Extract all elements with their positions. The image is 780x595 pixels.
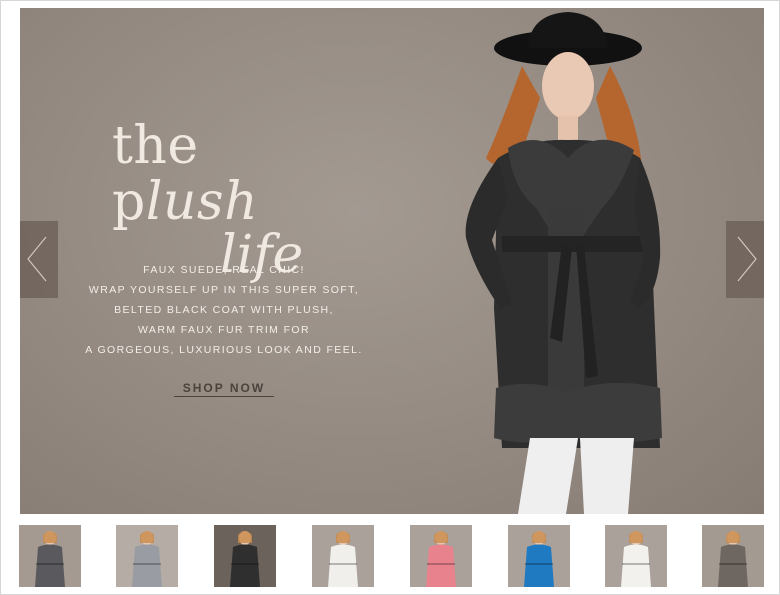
thumbnail-black-suede-coat[interactable]: [214, 525, 276, 587]
copy-line: FAUX SUEDE, REAL CHIC!: [143, 264, 305, 276]
thumbnail-white-puffer-jacket[interactable]: [312, 525, 374, 587]
thumbnail-strip: [19, 525, 764, 587]
copy-line: A GORGEOUS, LUXURIOUS LOOK AND FEEL.: [85, 344, 363, 356]
thumbnail-white-belted-coat[interactable]: [605, 525, 667, 587]
prev-slide-button[interactable]: [20, 221, 58, 298]
chevron-left-icon: [27, 236, 47, 282]
next-slide-button[interactable]: [726, 221, 764, 298]
copy-line: BELTED BLACK COAT WITH PLUSH,: [114, 304, 334, 316]
copy-line: WARM FAUX FUR TRIM FOR: [138, 324, 310, 336]
hero-description: FAUX SUEDE, REAL CHIC! WRAP YOURSELF UP …: [74, 260, 374, 360]
headline-lush: lush: [145, 172, 259, 232]
shop-now-link[interactable]: SHOP NOW: [174, 381, 274, 397]
thumbnail-taupe-coat-striped-scarf[interactable]: [702, 525, 764, 587]
chevron-right-icon: [737, 236, 757, 282]
thumbnail-grey-fur-collar-coat[interactable]: [19, 525, 81, 587]
thumbnail-pink-puffer-jacket[interactable]: [410, 525, 472, 587]
hero-headline: the plush life: [112, 118, 352, 281]
thumbnail-silver-puffer-jacket[interactable]: [116, 525, 178, 587]
model-photo: [465, 12, 662, 514]
hero-banner[interactable]: the plush life FAUX SUEDE, REAL CHIC! WR…: [20, 8, 764, 514]
thumbnail-blue-wrap-coat[interactable]: [508, 525, 570, 587]
copy-line: WRAP YOURSELF UP IN THIS SUPER SOFT,: [88, 284, 360, 296]
carousel-frame: the plush life FAUX SUEDE, REAL CHIC! WR…: [0, 0, 780, 595]
